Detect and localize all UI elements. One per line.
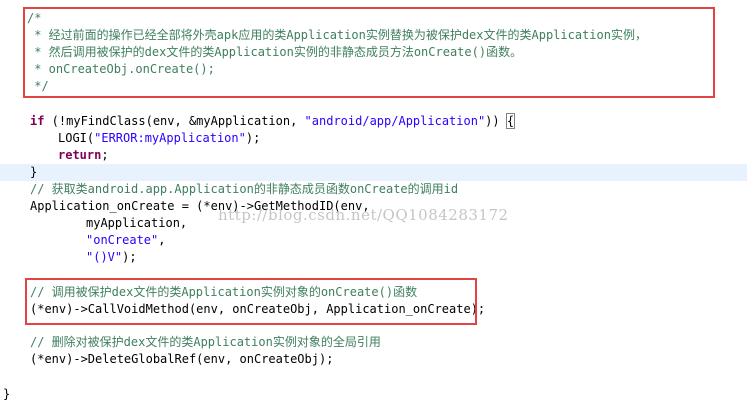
code-text: (*env)->DeleteGlobalRef(env, onCreateObj…: [30, 352, 334, 366]
code-line-arg-oncreate: "onCreate",: [86, 232, 747, 249]
comment-text: // 删除对被保护dex文件的类Application实例对象的全局引用: [30, 335, 381, 349]
closing-brace: }: [30, 165, 38, 179]
highlight-box-call: [25, 278, 477, 325]
code-text: myApplication,: [86, 216, 188, 230]
matching-brace[interactable]: {: [505, 113, 516, 129]
string-literal: "android/app/Application": [304, 114, 486, 128]
code-text: LOGI(: [58, 131, 95, 145]
code-text: );: [122, 250, 137, 264]
code-line-if: if (!myFindClass(env, &myApplication, "a…: [30, 113, 747, 130]
keyword-if: if: [30, 114, 45, 128]
keyword-return: return: [58, 148, 102, 162]
string-literal: "()V": [86, 250, 123, 264]
string-literal: "ERROR:myApplication": [94, 131, 246, 145]
code-line-close-brace-current[interactable]: }: [0, 164, 747, 181]
code-line-deleteglobalref: (*env)->DeleteGlobalRef(env, onCreateObj…: [30, 351, 747, 368]
code-text: )): [485, 114, 507, 128]
code-text: (!myFindClass(env, &myApplication,: [44, 114, 305, 128]
code-text: );: [245, 131, 261, 145]
string-literal: "onCreate": [86, 233, 159, 247]
code-text: ;: [101, 148, 109, 162]
code-text: ,: [158, 233, 166, 247]
highlight-box-top-comment: [23, 7, 715, 98]
code-line-return: return;: [58, 147, 747, 164]
code-editor[interactable]: /* * 经过前面的操作已经全部将外壳apk应用的类Application实例替…: [0, 0, 747, 413]
closing-brace: }: [3, 387, 11, 401]
code-line-comment-get: // 获取类android.app.Application的非静态成员函数onC…: [30, 181, 747, 198]
comment-text: // 获取类android.app.Application的非静态成员函数onC…: [30, 182, 459, 196]
code-line-final-brace: }: [3, 386, 747, 403]
code-line-comment-delete: // 删除对被保护dex文件的类Application实例对象的全局引用: [30, 334, 747, 351]
code-line-logi: LOGI("ERROR:myApplication");: [58, 130, 747, 147]
watermark: http://blog.csdn.net/QQ1084283172: [218, 206, 509, 224]
code-line-arg-sig: "()V");: [86, 249, 747, 266]
